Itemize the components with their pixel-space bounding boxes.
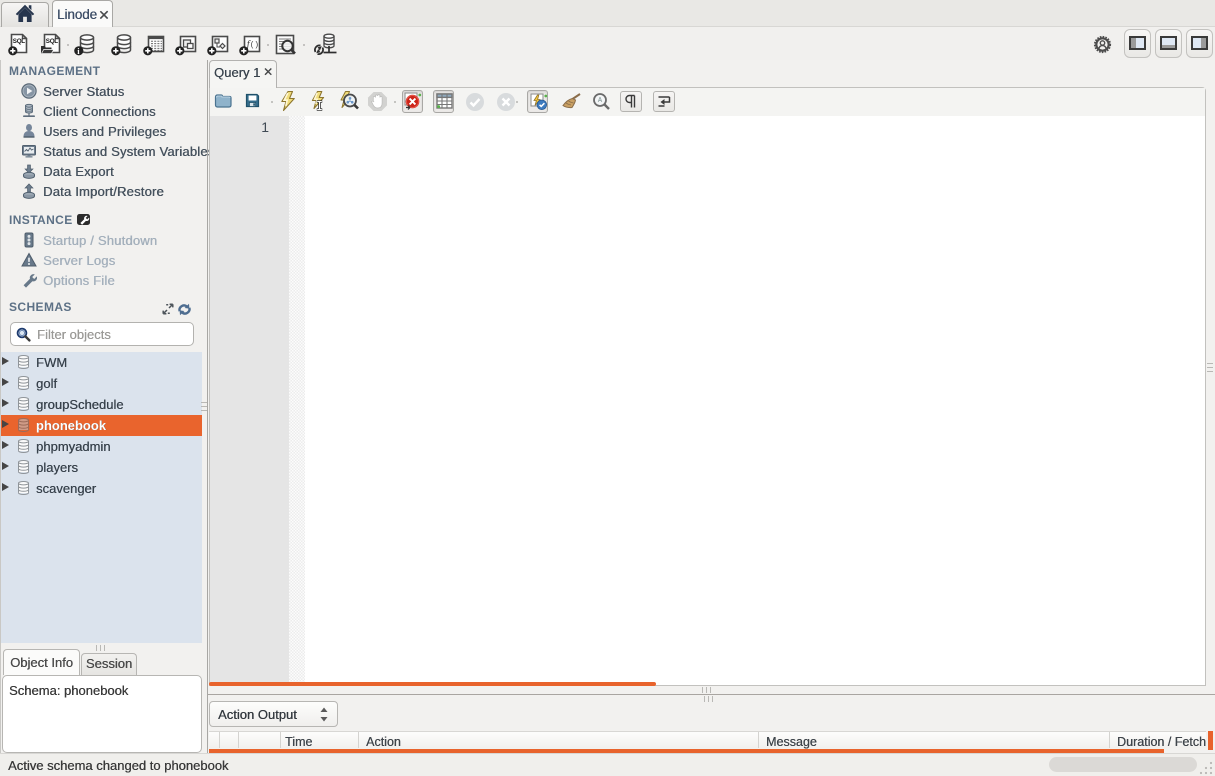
svg-text:( ): ( ): [251, 40, 259, 49]
svg-text:SQL: SQL: [46, 38, 58, 45]
svg-text:SQL: SQL: [13, 38, 25, 45]
